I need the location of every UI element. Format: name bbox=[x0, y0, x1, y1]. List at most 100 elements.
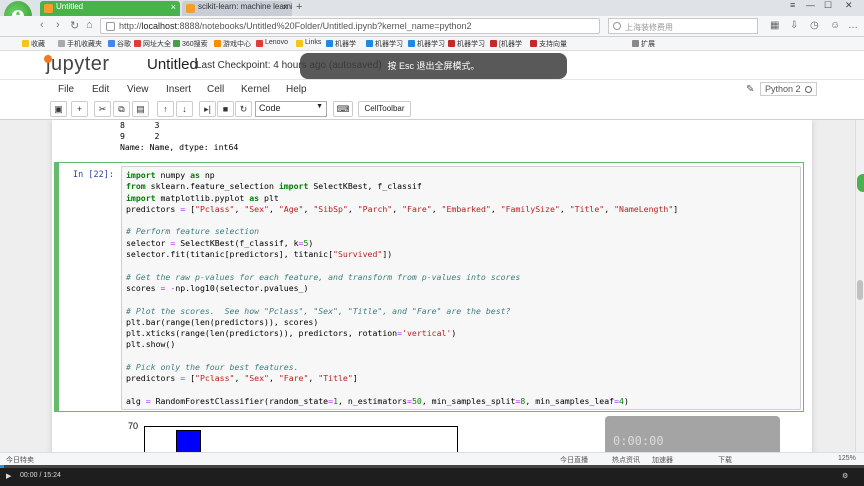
jupyter-logo[interactable]: jupyter bbox=[44, 53, 110, 76]
cell-type-value: Code bbox=[259, 103, 281, 113]
bookmark-item[interactable]: [机器学 bbox=[490, 39, 522, 49]
url-input[interactable]: http://localhost:8888/notebooks/Untitled… bbox=[100, 18, 600, 34]
browser-status-bar: 今日特卖 今日直播 热点资讯 加速器 下载 125% bbox=[0, 452, 864, 465]
close-tab-icon[interactable]: × bbox=[283, 2, 288, 12]
notebook-toolbar: ▣ + ✂ ⧉ ▤ ↑ ↓ ▸| ■ ↻ Code ▼ ⌨ CellToolba… bbox=[0, 99, 864, 120]
history-icon[interactable]: ◷ bbox=[810, 20, 819, 31]
bookmark-item[interactable]: 手机收藏夹 bbox=[58, 39, 102, 49]
bookmark-item[interactable]: Lenovo bbox=[256, 39, 288, 47]
save-icon[interactable]: ▣ bbox=[50, 101, 67, 117]
code-text: import numpy as np from sklearn.feature_… bbox=[126, 170, 679, 406]
url-path: :8888/notebooks/Untitled%20Folder/Untitl… bbox=[177, 21, 472, 31]
paste-icon[interactable]: ▤ bbox=[132, 101, 149, 117]
search-input[interactable]: 上海装修费用 bbox=[608, 18, 758, 34]
menu-file[interactable]: File bbox=[58, 84, 74, 95]
scrollbar-thumb[interactable] bbox=[857, 280, 863, 300]
bookmark-item[interactable]: 网址大全 bbox=[134, 39, 171, 49]
maximize-icon[interactable]: ☐ bbox=[824, 0, 832, 11]
extensions-icon[interactable]: ▦ bbox=[770, 20, 779, 31]
bookmark-item[interactable]: 收藏 bbox=[22, 39, 45, 49]
run-icon[interactable]: ▸| bbox=[199, 101, 216, 117]
zoom-level[interactable]: 125% bbox=[838, 455, 856, 462]
screen: e Untitled × scikit-learn: machine learn… bbox=[0, 0, 864, 486]
status-today-deals[interactable]: 今日特卖 bbox=[6, 455, 34, 465]
keyboard-icon[interactable]: ⌨ bbox=[333, 101, 353, 117]
close-window-icon[interactable]: ✕ bbox=[845, 0, 853, 11]
forward-icon[interactable]: › bbox=[56, 19, 60, 31]
back-icon[interactable]: ‹ bbox=[40, 19, 44, 31]
code-editor[interactable]: import numpy as np from sklearn.feature_… bbox=[121, 166, 801, 410]
download-icon[interactable]: ⇩ bbox=[790, 20, 798, 31]
status-item[interactable]: 下载 bbox=[718, 455, 732, 465]
copy-icon[interactable]: ⧉ bbox=[113, 101, 130, 117]
video-time: 00:00 / 15:24 bbox=[20, 472, 61, 479]
url-prefix: http:// bbox=[119, 21, 142, 31]
jupyter-logo-icon bbox=[44, 55, 52, 63]
edit-pencil-icon[interactable]: ✎ bbox=[746, 84, 754, 95]
insert-cell-icon[interactable]: + bbox=[71, 101, 88, 117]
move-up-icon[interactable]: ↑ bbox=[157, 101, 174, 117]
address-bar: ‹ › ↻ ⌂ http://localhost:8888/notebooks/… bbox=[0, 16, 864, 37]
play-icon[interactable]: ▶ bbox=[6, 472, 11, 480]
close-tab-icon[interactable]: × bbox=[171, 2, 176, 12]
status-item[interactable]: 今日直播 bbox=[560, 455, 588, 465]
restart-icon[interactable]: ↻ bbox=[235, 101, 252, 117]
bookmark-item[interactable]: 支持向量 bbox=[530, 39, 567, 49]
fullscreen-hint: 按 Esc 退出全屏模式。 bbox=[300, 53, 567, 79]
video-settings-icon[interactable]: ⚙ bbox=[842, 472, 848, 480]
more-icon[interactable]: … bbox=[848, 20, 858, 31]
bookmark-item[interactable]: 谷歌 bbox=[108, 39, 131, 49]
minimize-icon[interactable]: — bbox=[806, 0, 815, 10]
menu-bar: File Edit View Insert Cell Kernel Help ✎… bbox=[0, 79, 864, 99]
tab-untitled[interactable]: Untitled × bbox=[40, 1, 180, 16]
bookmark-item[interactable]: 360搜索 bbox=[173, 39, 208, 49]
menu-cell[interactable]: Cell bbox=[207, 84, 224, 95]
cell-prompt: In [22]: bbox=[73, 170, 114, 180]
home-icon[interactable]: ⌂ bbox=[86, 19, 93, 31]
bookmark-item[interactable]: 机器学习 bbox=[448, 39, 485, 49]
celltoolbar-button[interactable]: CellToolbar bbox=[358, 101, 411, 117]
bookmarks-bar: 收藏 手机收藏夹 谷歌 网址大全 360搜索 游戏中心 Lenovo Links… bbox=[0, 37, 864, 51]
tab-label: scikit-learn: machine learning bbox=[198, 2, 292, 11]
jupyter-favicon-icon bbox=[44, 4, 53, 13]
vertical-scrollbar[interactable] bbox=[855, 120, 864, 458]
menu-icon[interactable]: ≡ bbox=[790, 0, 795, 10]
menu-view[interactable]: View bbox=[127, 84, 149, 95]
page-info-icon bbox=[106, 22, 115, 31]
kernel-indicator: Python 2 bbox=[760, 82, 817, 96]
notebook-area: 8 3 9 2 Name: Name, dtype: int64 In [22]… bbox=[0, 120, 855, 458]
tab-scikit-learn[interactable]: scikit-learn: machine learning × bbox=[182, 1, 292, 16]
user-icon[interactable]: ☺ bbox=[830, 20, 840, 31]
bookmark-item[interactable]: 机器学习 bbox=[408, 39, 445, 49]
video-overlay-time: 0:00:00 bbox=[613, 434, 664, 448]
bookmark-item[interactable]: 游戏中心 bbox=[214, 39, 251, 49]
search-placeholder: 上海装修费用 bbox=[625, 23, 673, 32]
cell-type-select[interactable]: Code ▼ bbox=[255, 101, 327, 117]
stop-icon[interactable]: ■ bbox=[217, 101, 234, 117]
refresh-icon[interactable]: ↻ bbox=[70, 19, 79, 32]
menu-help[interactable]: Help bbox=[286, 84, 307, 95]
video-progress-bar[interactable] bbox=[0, 465, 864, 468]
video-player-bar: ▶ 00:00 / 15:24 ⚙ bbox=[0, 465, 864, 486]
notebook-title[interactable]: Untitled bbox=[147, 56, 198, 73]
bookmark-item[interactable]: 机器学习 bbox=[366, 39, 403, 49]
status-item[interactable]: 加速器 bbox=[652, 455, 673, 465]
status-item[interactable]: 热点资讯 bbox=[612, 455, 640, 465]
move-down-icon[interactable]: ↓ bbox=[176, 101, 193, 117]
bookmark-item[interactable]: Links bbox=[296, 39, 321, 47]
browser-tab-bar: e Untitled × scikit-learn: machine learn… bbox=[0, 0, 864, 31]
code-cell-selected[interactable]: In [22]: import numpy as np from sklearn… bbox=[54, 162, 804, 412]
side-widget-icon[interactable] bbox=[857, 174, 864, 192]
new-tab-icon[interactable]: + bbox=[296, 1, 302, 13]
plot-y-tick-label: 70 bbox=[128, 421, 139, 431]
url-host: localhost bbox=[141, 21, 178, 31]
sklearn-favicon-icon bbox=[186, 4, 195, 13]
search-icon bbox=[613, 22, 621, 30]
menu-edit[interactable]: Edit bbox=[92, 84, 109, 95]
bookmark-item[interactable]: 机器学 bbox=[326, 39, 356, 49]
bookmark-extensions[interactable]: 扩展 bbox=[632, 39, 655, 49]
menu-kernel[interactable]: Kernel bbox=[241, 84, 270, 95]
cut-icon[interactable]: ✂ bbox=[94, 101, 111, 117]
menu-insert[interactable]: Insert bbox=[166, 84, 191, 95]
chevron-down-icon: ▼ bbox=[316, 103, 323, 110]
